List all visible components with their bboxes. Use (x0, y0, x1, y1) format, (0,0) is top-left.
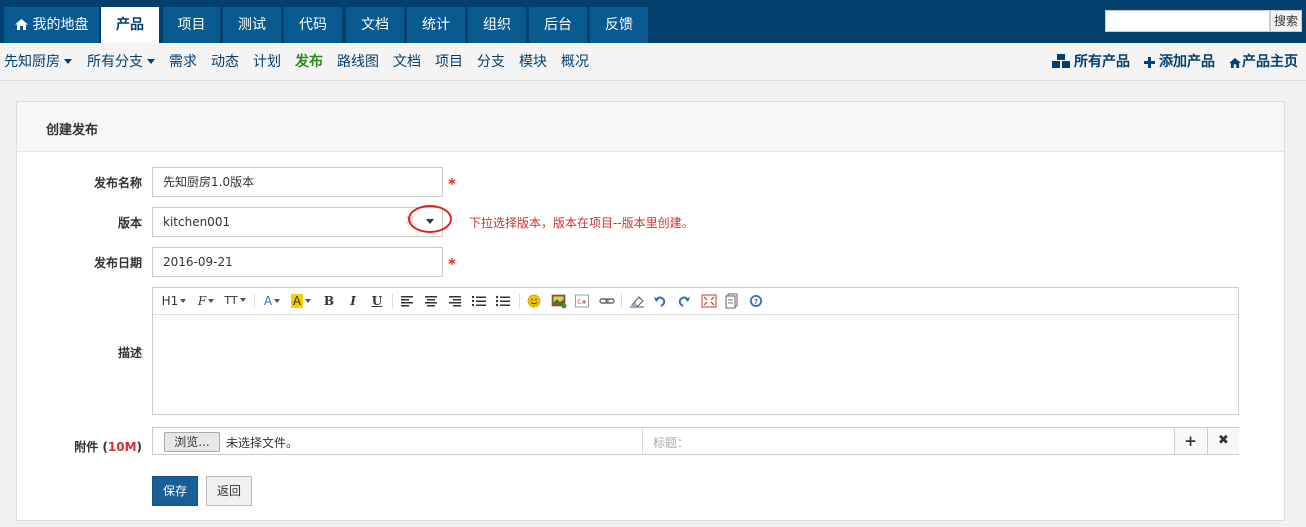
subnav-item-roadmap[interactable]: 路线图 (337, 43, 379, 81)
attachment-row: 浏览... 未选择文件。 标题： + ✖ (152, 427, 1239, 455)
underline-button[interactable]: U (369, 292, 385, 310)
build-select[interactable]: kitchen001 (152, 207, 443, 237)
unordered-list-icon[interactable] (496, 292, 510, 310)
svg-text:?: ? (754, 298, 758, 306)
add-attachment-button[interactable]: + (1174, 428, 1206, 454)
search-button[interactable]: 搜索 (1270, 10, 1302, 32)
toolbar-divider (254, 294, 255, 308)
help-icon[interactable]: ? (749, 292, 763, 310)
tab-admin[interactable]: 后台 (529, 7, 587, 43)
code-icon[interactable]: C# (575, 292, 589, 310)
attachment-divider (642, 428, 643, 454)
subnav-item-branch[interactable]: 分支 (477, 43, 505, 81)
required-mark: * (448, 175, 456, 193)
tab-product[interactable]: 产品 (101, 7, 159, 43)
annotation-circle (408, 205, 452, 233)
subnav-item-module[interactable]: 模块 (519, 43, 547, 81)
page-title: 创建发布 (46, 123, 99, 138)
subnav-item-plan[interactable]: 计划 (253, 43, 281, 81)
editor-toolbar: H1 F TT A A B I U C# ? (153, 288, 1238, 315)
branch-select[interactable]: 所有分支 (87, 43, 155, 81)
source-icon[interactable] (725, 292, 739, 310)
release-name-label: 发布名称 (93, 176, 142, 190)
caret-down-icon (64, 59, 72, 64)
svg-text:C#: C# (577, 299, 586, 306)
caret-down-icon (180, 299, 187, 303)
subnav-item-release[interactable]: 发布 (295, 43, 323, 81)
eraser-icon[interactable] (629, 292, 645, 310)
plus-icon (1144, 57, 1155, 68)
product-home-link[interactable]: 产品主页 (1229, 43, 1298, 81)
tab-code[interactable]: 代码 (284, 7, 342, 43)
build-label: 版本 (117, 216, 142, 230)
subnav-item-story[interactable]: 需求 (169, 43, 197, 81)
align-right-icon[interactable] (448, 292, 462, 310)
browse-button[interactable]: 浏览... (164, 432, 220, 452)
caret-down-icon (274, 299, 281, 303)
subnav-item-overview[interactable]: 概况 (561, 43, 589, 81)
italic-button[interactable]: I (345, 292, 361, 310)
toolbar-divider (621, 294, 622, 308)
toolbar-divider (392, 294, 393, 308)
add-product-link[interactable]: 添加产品 (1144, 43, 1215, 81)
align-center-icon[interactable] (424, 292, 438, 310)
font-size-button[interactable]: TT (223, 292, 247, 310)
link-icon[interactable] (599, 292, 615, 310)
sub-nav: 先知厨房 所有分支 需求 动态 计划 发布 路线图 文档 项目 分支 模块 概况… (0, 43, 1306, 81)
home-icon (14, 19, 28, 30)
cubes-icon (1052, 54, 1070, 68)
attachment-label: 附件 (10M) (74, 440, 142, 454)
emoticon-icon[interactable] (527, 292, 541, 310)
caret-down-icon (305, 299, 312, 303)
back-button[interactable]: 返回 (206, 476, 252, 506)
align-left-icon[interactable] (400, 292, 414, 310)
top-nav: 我的地盘 产品 项目 测试 代码 文档 统计 组织 后台 反馈 搜索 (0, 0, 1306, 43)
subnav-item-project[interactable]: 项目 (435, 43, 463, 81)
heading-button[interactable]: H1 (161, 292, 187, 310)
caret-down-icon (147, 59, 155, 64)
tab-project[interactable]: 项目 (163, 7, 220, 43)
image-icon[interactable] (551, 292, 567, 310)
description-label: 描述 (117, 346, 142, 360)
remove-attachment-button[interactable]: ✖ (1207, 428, 1239, 454)
attachment-title-input[interactable]: 标题： (653, 434, 689, 451)
no-file-text: 未选择文件。 (226, 436, 299, 450)
subnav-item-dynamic[interactable]: 动态 (211, 43, 239, 81)
undo-icon[interactable] (653, 292, 667, 310)
save-button[interactable]: 保存 (152, 476, 198, 506)
home-icon (1229, 58, 1241, 68)
tab-doc[interactable]: 文档 (346, 7, 404, 43)
bold-button[interactable]: B (321, 292, 337, 310)
toolbar-divider (519, 294, 520, 308)
product-select[interactable]: 先知厨房 (4, 43, 72, 81)
caret-down-icon (239, 298, 246, 302)
required-mark: * (448, 255, 456, 273)
annotation-text: 下拉选择版本，版本在项目--版本里创建。 (469, 216, 694, 230)
all-products-link[interactable]: 所有产品 (1052, 43, 1130, 81)
release-date-input[interactable]: 2016-09-21 (152, 247, 443, 277)
release-name-input[interactable]: 先知厨房1.0版本 (152, 167, 443, 197)
tab-org[interactable]: 组织 (468, 7, 526, 43)
subnav-item-doc[interactable]: 文档 (393, 43, 421, 81)
font-color-button[interactable]: A (261, 292, 283, 310)
tab-stats[interactable]: 统计 (407, 7, 465, 43)
tab-test[interactable]: 测试 (223, 7, 281, 43)
font-family-button[interactable]: F (195, 292, 217, 310)
panel-header: 创建发布 (17, 102, 1284, 152)
ordered-list-icon[interactable] (472, 292, 486, 310)
redo-icon[interactable] (677, 292, 691, 310)
tab-my-dashboard[interactable]: 我的地盘 (4, 7, 99, 43)
tab-feedback[interactable]: 反馈 (590, 7, 648, 43)
caret-down-icon (208, 299, 215, 303)
background-color-button[interactable]: A (289, 292, 313, 310)
description-editor[interactable]: H1 F TT A A B I U C# ? (152, 287, 1239, 415)
search-input[interactable] (1105, 10, 1270, 32)
release-date-label: 发布日期 (93, 256, 142, 270)
fullscreen-icon[interactable] (701, 292, 717, 310)
